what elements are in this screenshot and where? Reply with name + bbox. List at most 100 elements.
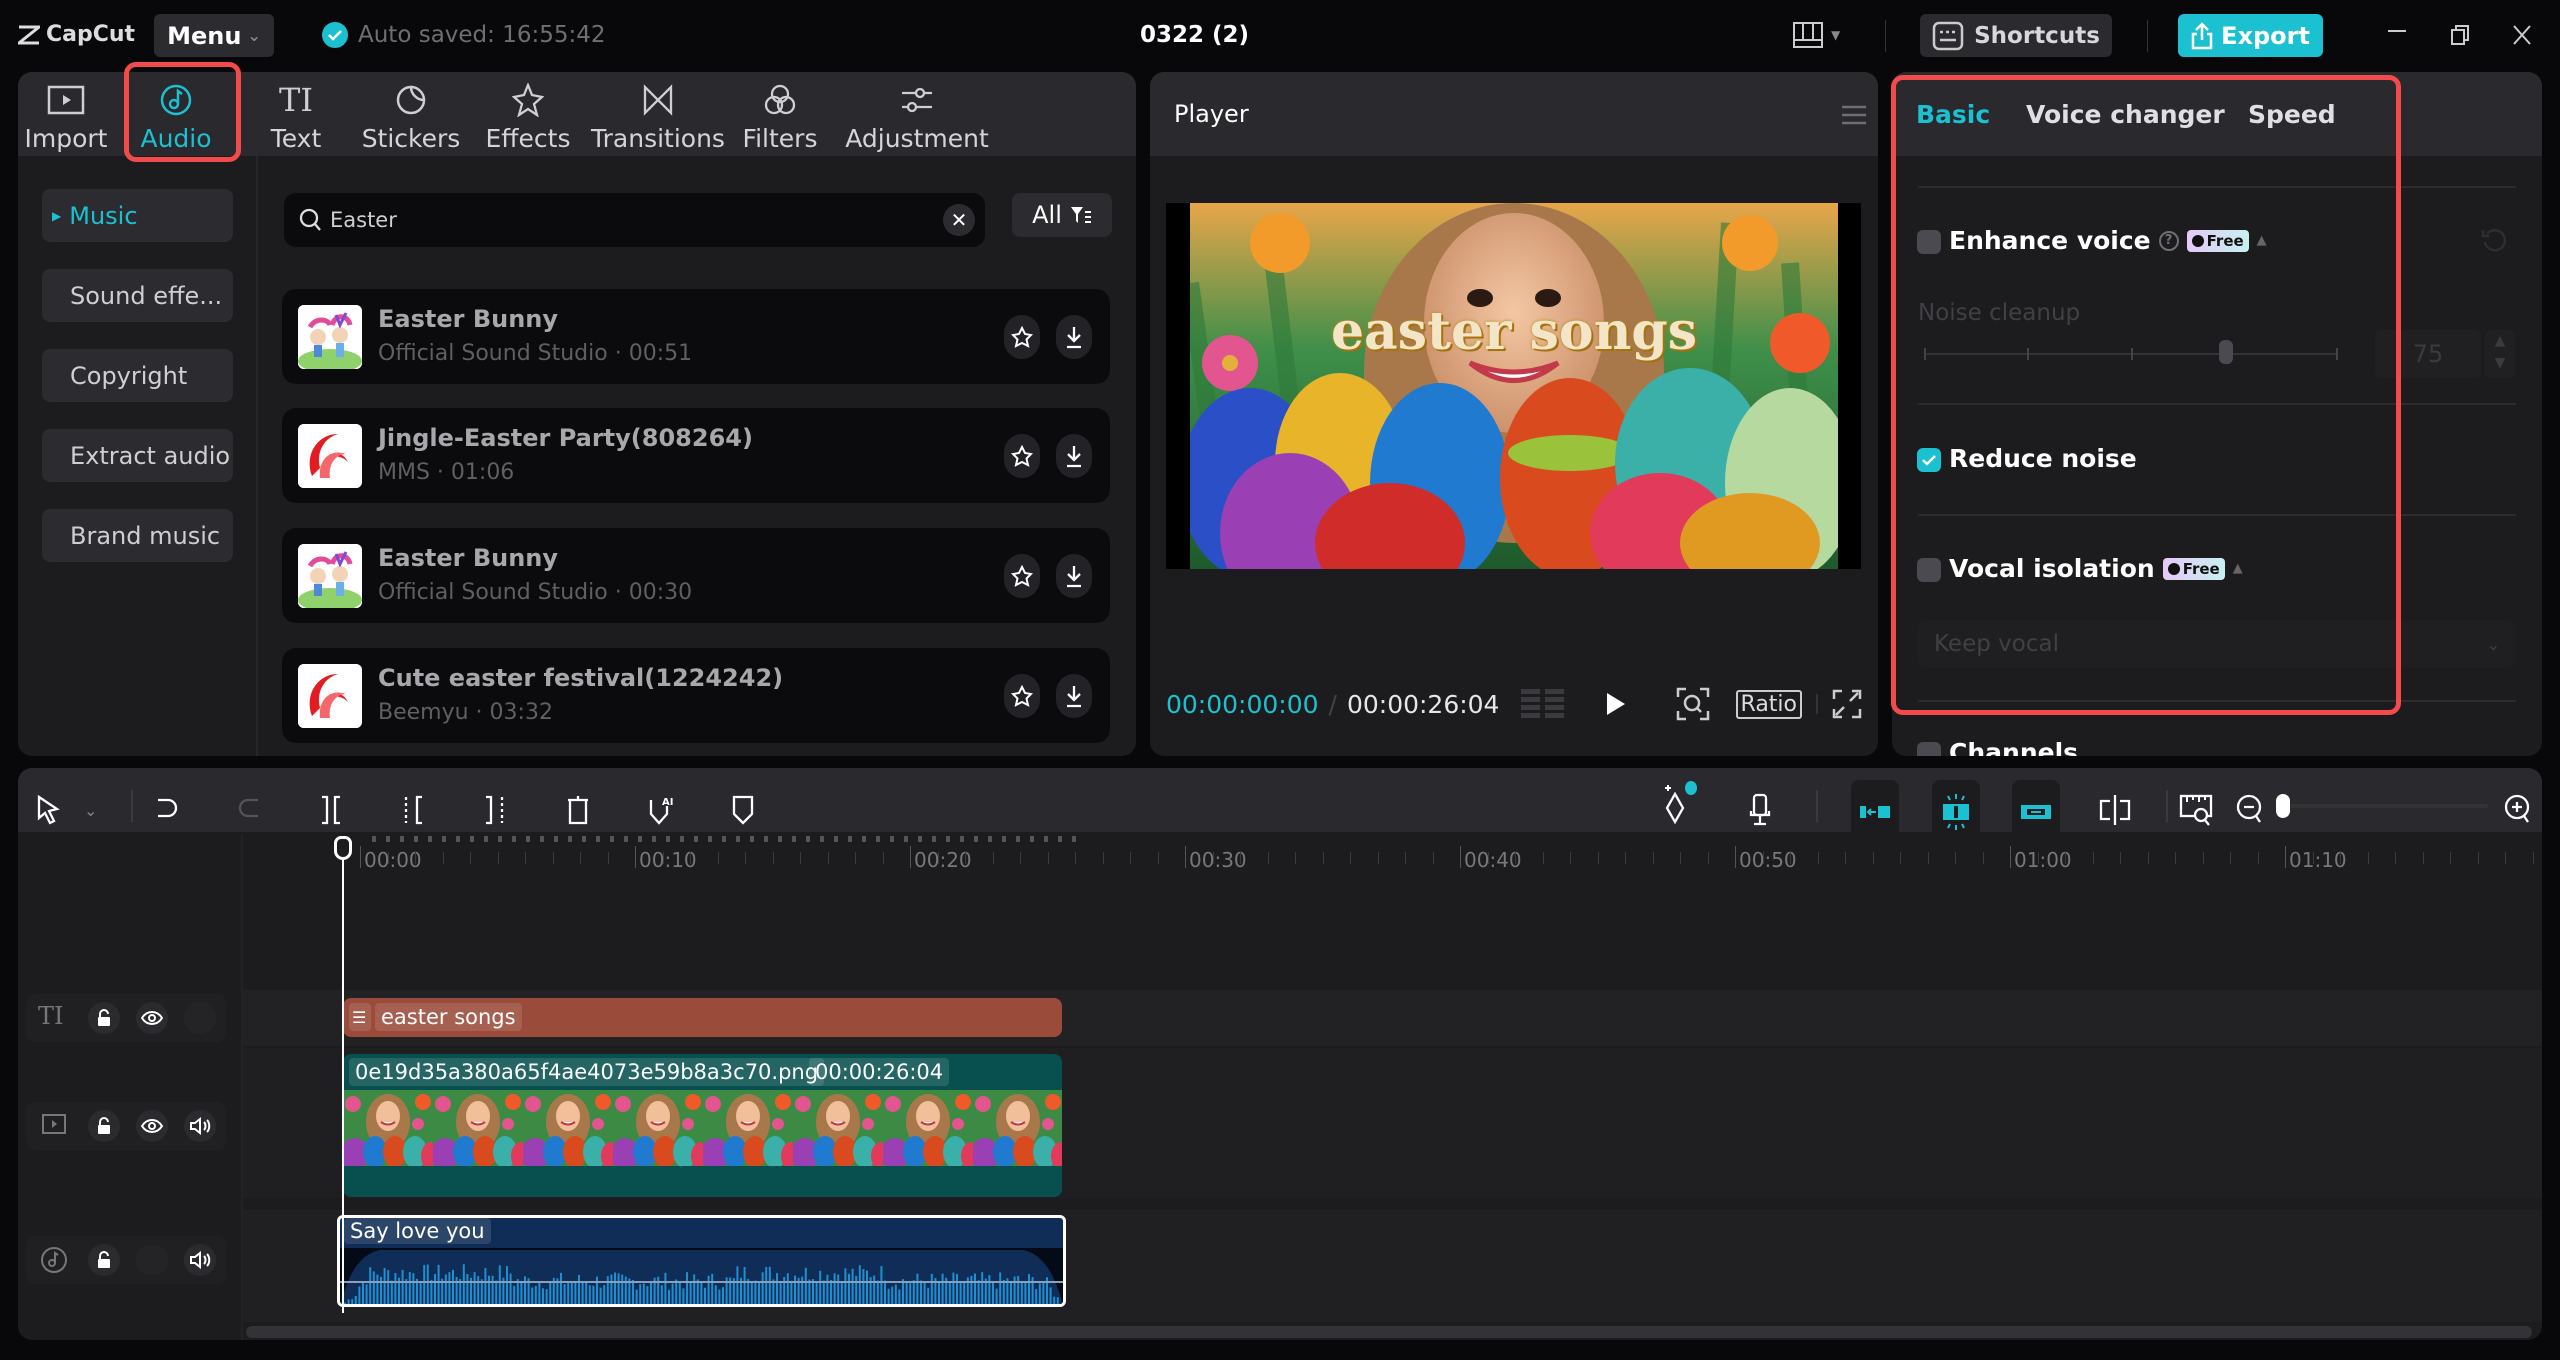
filter-button[interactable]: All: [1012, 193, 1112, 237]
waveform-bar: [765, 1267, 768, 1304]
video-clip[interactable]: 0e19d35a380a65f4ae4073e59b8a3c70.png 00:…: [343, 1054, 1062, 1197]
category-extract-audio[interactable]: Extract audio: [42, 429, 233, 482]
vocal-mode-dropdown[interactable]: Keep vocal ⌄: [1918, 620, 2516, 668]
fullscreen-button[interactable]: [1832, 689, 1862, 719]
zoom-in-button[interactable]: [2504, 790, 2532, 830]
delete-button[interactable]: [566, 790, 590, 830]
timecode-format-button[interactable]: [1521, 687, 1565, 721]
tab-effects[interactable]: Effects: [486, 80, 571, 153]
tab-stickers[interactable]: Stickers: [362, 80, 460, 153]
help-icon[interactable]: ?: [2158, 230, 2179, 251]
video-preview[interactable]: easter songs: [1166, 203, 1861, 569]
playhead-handle[interactable]: [334, 836, 352, 860]
hide-track-button[interactable]: [136, 1002, 168, 1034]
text-clip[interactable]: ☰ easter songs: [343, 998, 1062, 1037]
ratio-button[interactable]: Ratio: [1735, 689, 1802, 719]
audio-clip[interactable]: Say love you: [337, 1215, 1066, 1307]
category-brand-music[interactable]: Brand music: [42, 509, 233, 562]
tab-audio[interactable]: Audio: [140, 80, 212, 153]
tab-transitions[interactable]: Transitions: [591, 80, 725, 153]
tab-adjustment[interactable]: Adjustment: [845, 80, 989, 153]
lock-track-button[interactable]: [88, 1002, 120, 1034]
export-button[interactable]: Export: [2178, 14, 2323, 57]
category-music[interactable]: ▶ Music: [42, 189, 233, 242]
tab-filters[interactable]: Filters: [743, 80, 817, 153]
restore-button[interactable]: [2450, 24, 2470, 46]
star-icon: [1011, 565, 1033, 587]
trim-left-button[interactable]: [402, 790, 424, 830]
collapse-caret-icon[interactable]: ▲: [2257, 233, 2267, 248]
project-title[interactable]: 0322 (2): [1140, 22, 1249, 48]
ruler-minor-tick: [2340, 852, 2341, 864]
noise-cleanup-value[interactable]: 75: [2375, 330, 2481, 378]
slider-thumb[interactable]: [2276, 794, 2290, 818]
tab-basic[interactable]: Basic: [1916, 100, 1990, 129]
download-button[interactable]: [1056, 315, 1092, 359]
value-stepper[interactable]: ▲ ▼: [2485, 330, 2515, 378]
ruler-range-dot: [1072, 836, 1076, 842]
undo-button[interactable]: [154, 790, 180, 830]
download-button[interactable]: [1056, 674, 1092, 718]
timeline-ruler[interactable]: 00:00 00:10 00:20 00:30 00:40 00:50 01:00 01:10: [260, 834, 2542, 894]
marker-button[interactable]: [732, 790, 754, 830]
noise-cleanup-slider[interactable]: [1924, 340, 2338, 364]
favorite-button[interactable]: [1004, 674, 1040, 718]
player-menu-button[interactable]: [1840, 104, 1868, 126]
close-window-button[interactable]: [2512, 24, 2532, 46]
download-button[interactable]: [1056, 554, 1092, 598]
playhead-line[interactable]: [342, 838, 344, 1313]
select-tool-button[interactable]: [36, 790, 62, 830]
category-copyright[interactable]: Copyright: [42, 349, 233, 402]
redo-button[interactable]: [236, 790, 262, 830]
audio-category-list: ▶ Music Sound effe... Copyright Extract a…: [18, 156, 258, 756]
favorite-button[interactable]: [1004, 554, 1040, 598]
select-mode-dropdown[interactable]: ⌄: [84, 790, 97, 830]
search-box[interactable]: Easter ✕: [284, 193, 985, 247]
tab-speed[interactable]: Speed: [2248, 100, 2336, 129]
music-result-card[interactable]: Cute easter festival(1224242) Beemyu · 03…: [282, 648, 1110, 743]
music-result-card[interactable]: Easter Bunny Official Sound Studio · 00:5…: [282, 289, 1110, 384]
zoom-out-button[interactable]: [2236, 790, 2264, 830]
play-button[interactable]: [1605, 691, 1627, 717]
ruler-minor-tick: [1790, 852, 1791, 864]
waveform-bar: [891, 1286, 894, 1304]
slider-thumb[interactable]: [2219, 340, 2233, 364]
trim-right-button[interactable]: [484, 790, 506, 830]
music-result-card[interactable]: Jingle-Easter Party(808264) MMS · 01:06: [282, 408, 1110, 503]
collapse-caret-icon[interactable]: ▲: [2233, 561, 2243, 576]
clear-search-button[interactable]: ✕: [943, 204, 975, 236]
record-voice-button[interactable]: [1748, 790, 1772, 830]
tab-voice-changer[interactable]: Voice changer: [2026, 100, 2225, 129]
tab-import[interactable]: Import: [25, 80, 108, 153]
lock-track-button[interactable]: [88, 1110, 120, 1142]
preview-axis-button[interactable]: [2098, 790, 2132, 830]
vocal-isolation-checkbox[interactable]: [1917, 558, 1941, 582]
zoom-to-fit-button[interactable]: [2179, 790, 2213, 830]
reduce-noise-checkbox[interactable]: [1917, 448, 1941, 472]
hide-track-button[interactable]: [136, 1110, 168, 1142]
split-button[interactable]: [320, 790, 342, 830]
ai-marker-button[interactable]: AI: [648, 790, 676, 830]
mute-track-button[interactable]: [184, 1110, 216, 1142]
menu-button[interactable]: Menu ⌄: [154, 14, 274, 57]
mute-track-button[interactable]: [184, 1244, 216, 1276]
tab-text[interactable]: TI Text: [266, 80, 326, 153]
favorite-button[interactable]: [1004, 434, 1040, 478]
layout-button[interactable]: ▼: [1793, 22, 1840, 48]
timeline-scrollbar[interactable]: [246, 1326, 2532, 1338]
minimize-button[interactable]: [2388, 30, 2406, 32]
auto-keyframe-button[interactable]: [1661, 781, 1699, 824]
zoom-preview-button[interactable]: [1676, 687, 1710, 721]
search-input[interactable]: Easter: [330, 208, 397, 232]
category-sound-effects[interactable]: Sound effe...: [42, 269, 233, 322]
music-result-card[interactable]: Easter Bunny Official Sound Studio · 00:3…: [282, 528, 1110, 623]
favorite-button[interactable]: [1004, 315, 1040, 359]
download-button[interactable]: [1056, 434, 1092, 478]
reset-button[interactable]: [2481, 226, 2507, 254]
zoom-slider[interactable]: [2276, 794, 2488, 818]
shortcuts-button[interactable]: Shortcuts: [1920, 14, 2112, 57]
lock-track-button[interactable]: [88, 1244, 120, 1276]
enhance-voice-checkbox[interactable]: [1917, 230, 1941, 254]
video-thumbnails: [343, 1090, 1062, 1166]
channels-checkbox[interactable]: [1917, 742, 1941, 756]
